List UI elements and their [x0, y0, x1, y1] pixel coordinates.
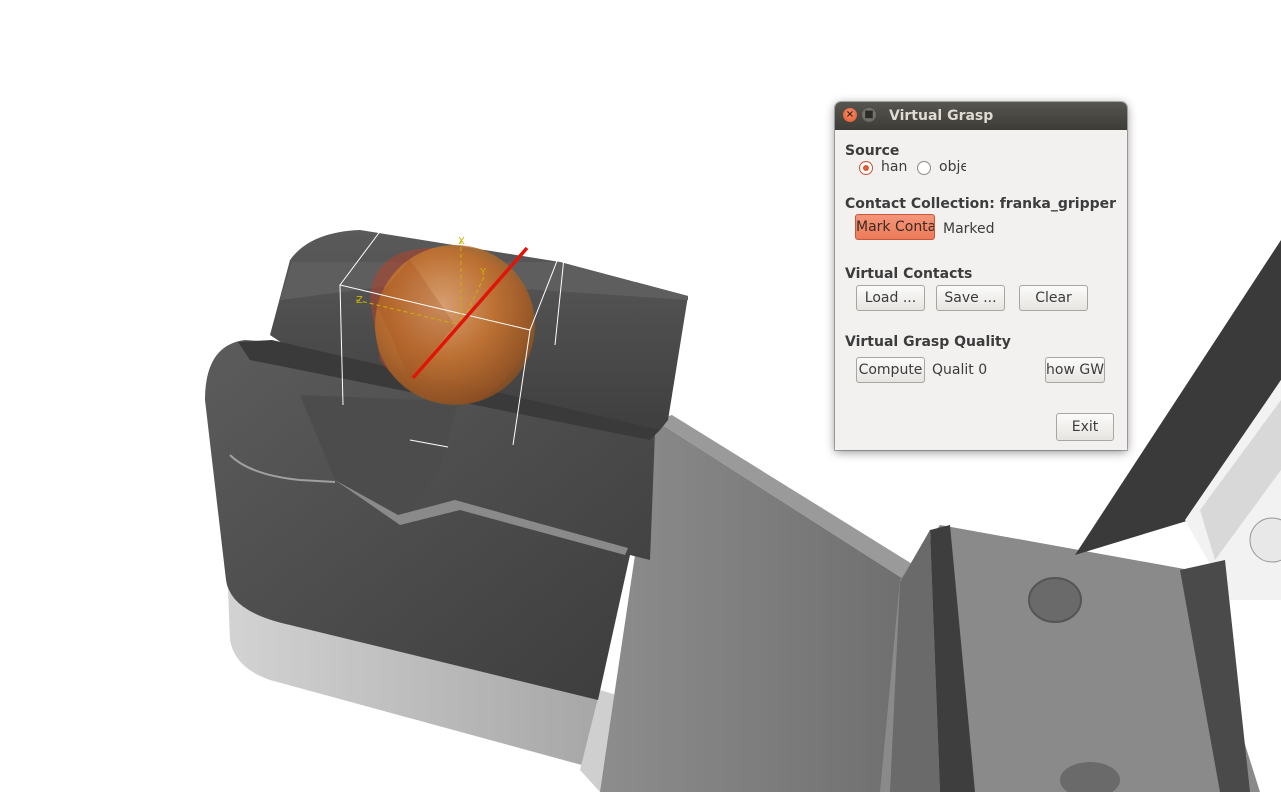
- source-hand-radio[interactable]: [859, 161, 873, 175]
- show-gws-button[interactable]: how GW: [1045, 357, 1105, 383]
- virtual-contacts-heading: Virtual Contacts: [845, 266, 973, 282]
- save-button[interactable]: Save ...: [936, 285, 1005, 311]
- dialog-title: Virtual Grasp: [889, 108, 994, 124]
- contact-collection-heading: Contact Collection: franka_gripper: [845, 196, 1117, 212]
- mark-contacts-button[interactable]: Mark Contac: [855, 214, 935, 240]
- load-button[interactable]: Load ...: [856, 285, 925, 311]
- grasp-quality-heading: Virtual Grasp Quality: [845, 334, 1011, 350]
- quality-value-label: Qualit 0: [932, 362, 988, 378]
- exit-button[interactable]: Exit: [1056, 413, 1114, 441]
- source-object-label[interactable]: obje: [939, 159, 966, 175]
- source-object-radio[interactable]: [917, 161, 931, 175]
- compute-button[interactable]: Compute: [856, 357, 925, 383]
- dialog-body: Source han obje Contact Collection: fran…: [835, 130, 1127, 450]
- source-hand-label[interactable]: han: [881, 159, 907, 175]
- source-heading: Source: [845, 143, 900, 159]
- dialog-titlebar[interactable]: × ■ Virtual Grasp: [835, 102, 1127, 130]
- virtual-grasp-dialog: × ■ Virtual Grasp Source han obje Contac…: [835, 102, 1127, 450]
- axis-label-z: Z: [356, 295, 363, 306]
- close-icon[interactable]: ×: [843, 108, 857, 122]
- minimize-icon[interactable]: ■: [862, 108, 876, 122]
- clear-button[interactable]: Clear: [1019, 285, 1088, 311]
- axis-label-x: X: [458, 236, 465, 247]
- marked-status-label: Marked: [943, 221, 995, 237]
- axis-label-y: Y: [479, 267, 487, 278]
